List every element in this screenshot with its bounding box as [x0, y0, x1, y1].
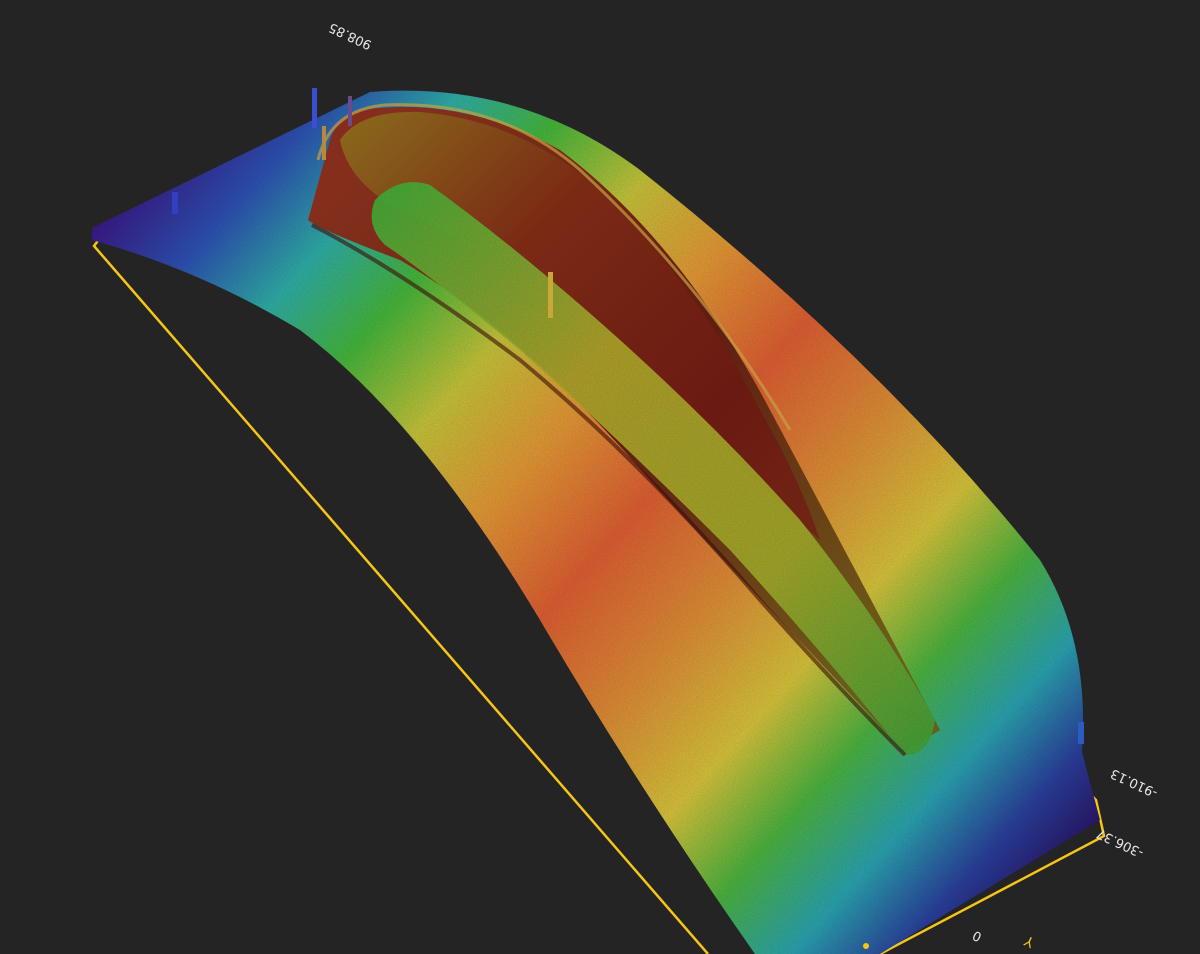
surface-render[interactable] [0, 0, 1200, 954]
3d-viewport[interactable]: 908.85 -910.13 -306.37 0 Y [0, 0, 1200, 954]
origin-marker [863, 943, 869, 949]
